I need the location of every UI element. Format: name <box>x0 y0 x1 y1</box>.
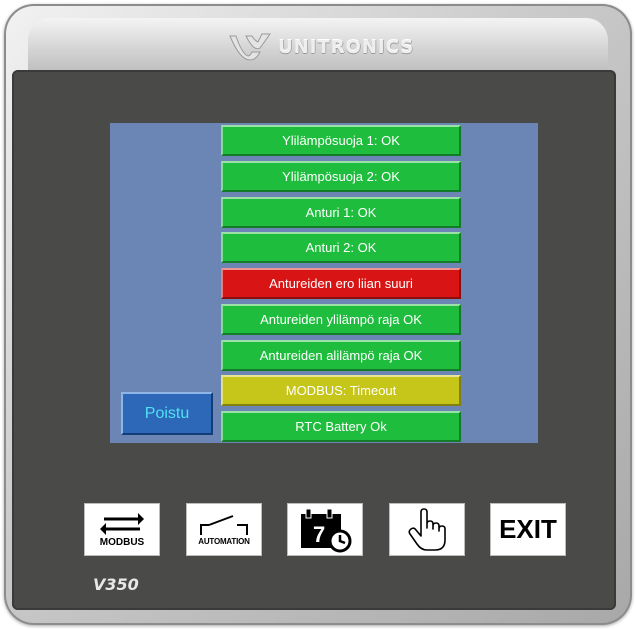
status-item-sensor-high-limit[interactable]: Antureiden ylilämpö raja OK <box>221 304 461 335</box>
touch-hand-icon <box>408 507 446 551</box>
automation-switch-icon <box>200 515 248 535</box>
automation-key-label: AUTOMATION <box>198 537 250 546</box>
status-item-overheat-1[interactable]: Ylilämpösuoja 1: OK <box>221 125 461 156</box>
modbus-arrows-icon <box>100 513 144 535</box>
status-item-sensor-low-limit[interactable]: Antureiden alilämpö raja OK <box>221 340 461 371</box>
calendar-day-number: 7 <box>313 522 325 547</box>
status-item-sensor-difference[interactable]: Antureiden ero liian suuri <box>221 268 461 299</box>
brand-logo: UNITRONICS <box>226 30 414 64</box>
exit-key-label: EXIT <box>499 514 557 544</box>
calendar-clock-icon: 7 <box>301 508 352 552</box>
exit-key[interactable]: EXIT <box>490 503 566 556</box>
unitronics-logo-icon <box>229 33 271 61</box>
status-item-rtc-battery[interactable]: RTC Battery Ok <box>221 411 461 442</box>
touch-key[interactable] <box>389 503 465 556</box>
status-item-overheat-2[interactable]: Ylilämpösuoja 2: OK <box>221 161 461 192</box>
calendar-clock-key[interactable]: 7 <box>287 503 363 556</box>
modbus-key-label: MODBUS <box>99 537 145 548</box>
poistu-button[interactable]: Poistu <box>121 392 213 435</box>
status-item-sensor-2[interactable]: Anturi 2: OK <box>221 232 461 263</box>
status-item-modbus[interactable]: MODBUS: Timeout <box>221 375 461 406</box>
model-name: V350 <box>93 575 139 594</box>
brand-name: UNITRONICS <box>278 36 415 58</box>
modbus-key[interactable]: MODBUS <box>84 503 160 556</box>
status-item-sensor-1[interactable]: Anturi 1: OK <box>221 197 461 228</box>
automation-key[interactable]: AUTOMATION <box>186 503 262 556</box>
